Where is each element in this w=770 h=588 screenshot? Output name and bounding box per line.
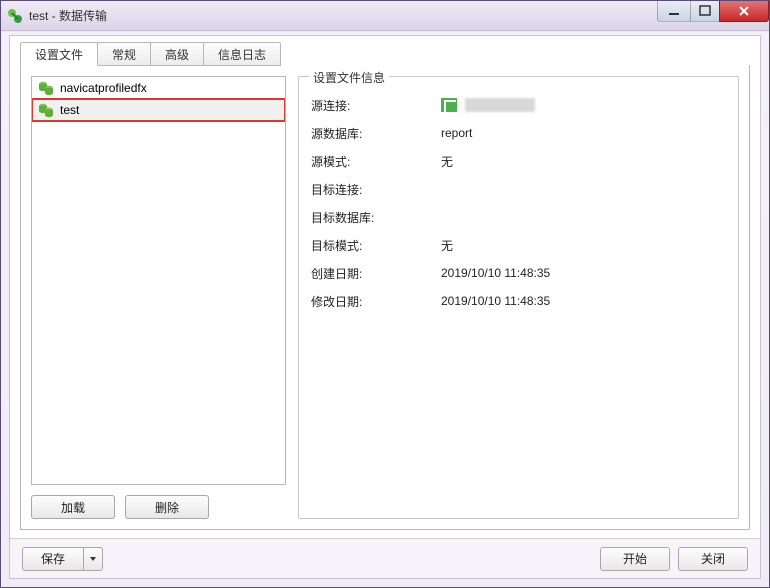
- save-button[interactable]: 保存: [22, 547, 84, 571]
- close-dialog-button[interactable]: 关闭: [678, 547, 748, 571]
- client-area: 设置文件 常规 高级 信息日志 navicatprofiledfx test 加载 删除…: [9, 35, 761, 579]
- profile-list-wrap: navicatprofiledfx test 加载 删除: [31, 76, 286, 519]
- tab-label: 设置文件: [35, 46, 83, 63]
- tab-label: 信息日志: [218, 46, 266, 63]
- profile-info-title: 设置文件信息: [309, 69, 389, 86]
- save-split-button: 保存: [22, 547, 103, 571]
- profile-info-group: 设置文件信息 源连接:源数据库:report源模式:无目标连接:目标数据库:目标…: [298, 76, 739, 519]
- delete-button[interactable]: 删除: [125, 495, 209, 519]
- info-value: 2019/10/10 11:48:35: [441, 294, 550, 308]
- info-label: 源模式:: [311, 153, 441, 170]
- close-dialog-button-label: 关闭: [701, 550, 725, 567]
- minimize-button[interactable]: [657, 1, 691, 22]
- load-button-label: 加载: [61, 499, 85, 516]
- profile-list-buttons: 加载 删除: [31, 495, 286, 519]
- tab-3[interactable]: 信息日志: [203, 42, 281, 66]
- info-value: 无: [441, 237, 453, 254]
- info-label: 目标连接:: [311, 181, 441, 198]
- info-value: 2019/10/10 11:48:35: [441, 266, 550, 280]
- info-label: 源数据库:: [311, 125, 441, 142]
- profile-item-label: test: [60, 103, 79, 117]
- save-dropdown-button[interactable]: [83, 547, 103, 571]
- info-value: 无: [441, 153, 453, 170]
- load-button[interactable]: 加载: [31, 495, 115, 519]
- info-row: 修改日期:2019/10/10 11:48:35: [311, 287, 726, 315]
- delete-button-label: 删除: [155, 499, 179, 516]
- tab-label: 高级: [165, 46, 189, 63]
- tab-label: 常规: [112, 46, 136, 63]
- titlebar[interactable]: test - 数据传输: [1, 1, 769, 31]
- database-icon: [38, 102, 54, 118]
- connection-icon: [441, 98, 457, 112]
- window-title: test - 数据传输: [29, 7, 107, 24]
- save-button-label: 保存: [41, 550, 65, 567]
- close-button[interactable]: [719, 1, 769, 22]
- profile-list[interactable]: navicatprofiledfx test: [31, 76, 286, 485]
- profile-item[interactable]: navicatprofiledfx: [32, 77, 285, 99]
- info-row: 目标数据库:: [311, 203, 726, 231]
- info-label: 创建日期:: [311, 265, 441, 282]
- info-label: 源连接:: [311, 97, 441, 114]
- tab-2[interactable]: 高级: [150, 42, 204, 66]
- maximize-button[interactable]: [690, 1, 720, 22]
- app-icon: [7, 8, 23, 24]
- tab-0[interactable]: 设置文件: [20, 42, 98, 66]
- tab-1[interactable]: 常规: [97, 42, 151, 66]
- info-row: 源连接:: [311, 91, 726, 119]
- window-buttons: [658, 1, 769, 22]
- profile-item[interactable]: test: [32, 99, 285, 121]
- window: test - 数据传输 设置文件 常规 高级 信息日志 navicatprofiled…: [0, 0, 770, 588]
- tab-panel-settings-file: navicatprofiledfx test 加载 删除 设置文件信息 源连接: 源…: [20, 65, 750, 530]
- info-row: 目标连接:: [311, 175, 726, 203]
- bottom-bar: 保存 开始 关闭: [10, 538, 760, 578]
- tabs: 设置文件 常规 高级 信息日志: [20, 42, 280, 66]
- info-value: [441, 98, 535, 112]
- start-button[interactable]: 开始: [600, 547, 670, 571]
- info-row: 目标模式:无: [311, 231, 726, 259]
- info-row: 源数据库:report: [311, 119, 726, 147]
- info-label: 修改日期:: [311, 293, 441, 310]
- redacted-text: [465, 98, 535, 112]
- profile-item-label: navicatprofiledfx: [60, 81, 147, 95]
- start-button-label: 开始: [623, 550, 647, 567]
- database-icon: [38, 80, 54, 96]
- info-row: 源模式:无: [311, 147, 726, 175]
- info-label: 目标模式:: [311, 237, 441, 254]
- info-label: 目标数据库:: [311, 209, 441, 226]
- info-value: report: [441, 126, 472, 140]
- info-row: 创建日期:2019/10/10 11:48:35: [311, 259, 726, 287]
